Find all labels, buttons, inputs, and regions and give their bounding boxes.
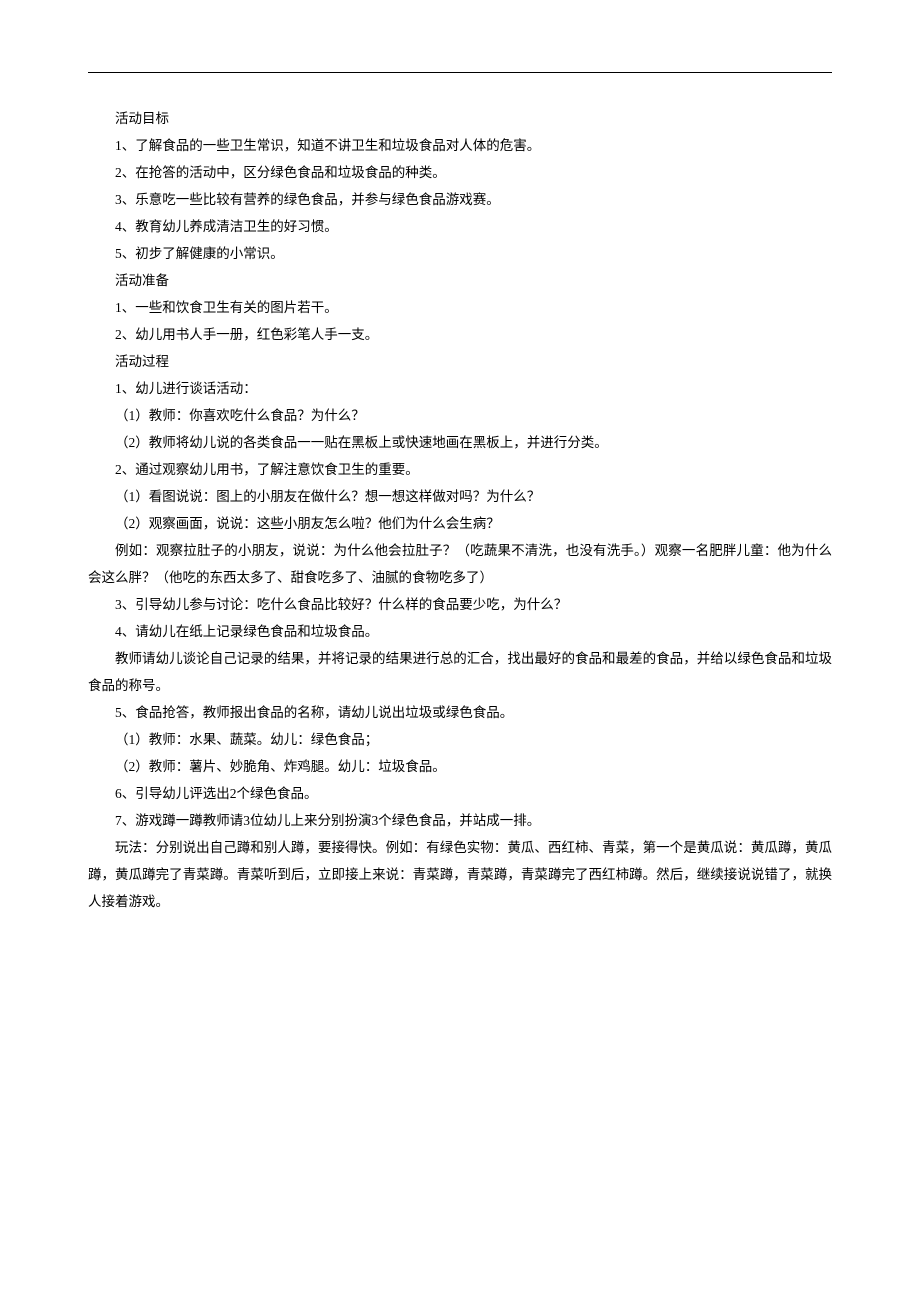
process-item: 6、引导幼儿评选出2个绿色食品。 [88, 780, 832, 807]
goal-item: 2、在抢答的活动中，区分绿色食品和垃圾食品的种类。 [88, 159, 832, 186]
process-item: 2、通过观察幼儿用书，了解注意饮食卫生的重要。 [88, 456, 832, 483]
process-item: 1、幼儿进行谈话活动： [88, 375, 832, 402]
process-item: 例如：观察拉肚子的小朋友，说说：为什么他会拉肚子？（吃蔬果不清洗，也没有洗手。）… [88, 537, 832, 591]
process-header: 活动过程 [88, 348, 832, 375]
process-item: （2）教师：薯片、妙脆角、炸鸡腿。幼儿：垃圾食品。 [88, 753, 832, 780]
process-item: 玩法：分别说出自己蹲和别人蹲，要接得快。例如：有绿色实物：黄瓜、西红柿、青菜，第… [88, 834, 832, 915]
process-item: （2）教师将幼儿说的各类食品一一贴在黑板上或快速地画在黑板上，并进行分类。 [88, 429, 832, 456]
goal-item: 1、了解食品的一些卫生常识，知道不讲卫生和垃圾食品对人体的危害。 [88, 132, 832, 159]
process-item: 4、请幼儿在纸上记录绿色食品和垃圾食品。 [88, 618, 832, 645]
process-item: 教师请幼儿谈论自己记录的结果，并将记录的结果进行总的汇合，找出最好的食品和最差的… [88, 645, 832, 699]
process-item: 5、食品抢答，教师报出食品的名称，请幼儿说出垃圾或绿色食品。 [88, 699, 832, 726]
prep-item: 1、一些和饮食卫生有关的图片若干。 [88, 294, 832, 321]
process-item: （1）教师：水果、蔬菜。幼儿：绿色食品； [88, 726, 832, 753]
goals-header: 活动目标 [88, 105, 832, 132]
prep-item: 2、幼儿用书人手一册，红色彩笔人手一支。 [88, 321, 832, 348]
goal-item: 5、初步了解健康的小常识。 [88, 240, 832, 267]
goal-item: 3、乐意吃一些比较有营养的绿色食品，并参与绿色食品游戏赛。 [88, 186, 832, 213]
process-item: （2）观察画面，说说：这些小朋友怎么啦？他们为什么会生病？ [88, 510, 832, 537]
process-item: 7、游戏蹲一蹲教师请3位幼儿上来分别扮演3个绿色食品，并站成一排。 [88, 807, 832, 834]
process-item: 3、引导幼儿参与讨论：吃什么食品比较好？什么样的食品要少吃，为什么？ [88, 591, 832, 618]
page-container: 活动目标 1、了解食品的一些卫生常识，知道不讲卫生和垃圾食品对人体的危害。 2、… [0, 0, 920, 915]
prep-header: 活动准备 [88, 267, 832, 294]
document-content: 活动目标 1、了解食品的一些卫生常识，知道不讲卫生和垃圾食品对人体的危害。 2、… [88, 105, 832, 915]
process-item: （1）看图说说：图上的小朋友在做什么？想一想这样做对吗？为什么？ [88, 483, 832, 510]
top-divider [88, 72, 832, 73]
goal-item: 4、教育幼儿养成清洁卫生的好习惯。 [88, 213, 832, 240]
process-item: （1）教师：你喜欢吃什么食品？为什么？ [88, 402, 832, 429]
